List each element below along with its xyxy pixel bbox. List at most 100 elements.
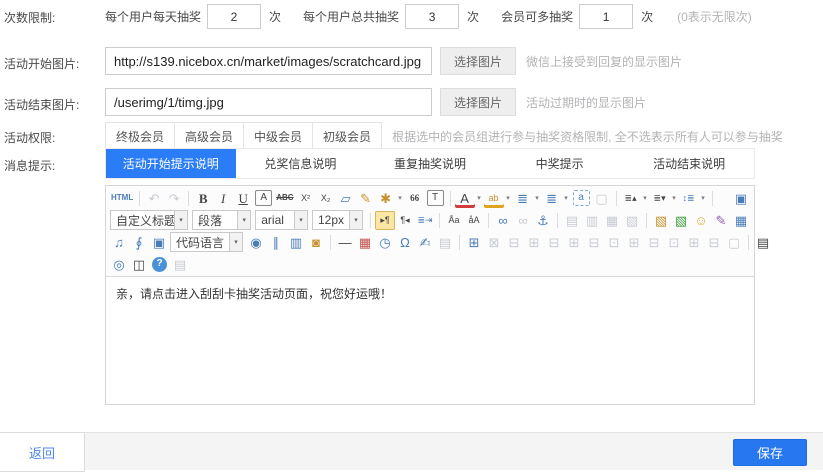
- start-image-choose-button[interactable]: 选择图片: [440, 47, 516, 75]
- redo-icon[interactable]: ↷: [164, 189, 184, 208]
- emoji-icon[interactable]: ☺: [691, 211, 711, 230]
- auto-typeset-icon[interactable]: ✱: [376, 189, 396, 208]
- message-tab-2[interactable]: 兑奖信息说明: [236, 149, 366, 178]
- link-icon[interactable]: ∞: [493, 211, 513, 230]
- code-language-select[interactable]: 代码语言▾: [170, 232, 243, 252]
- eraser-icon[interactable]: ▱: [336, 189, 356, 208]
- member-option-1[interactable]: 终极会员: [105, 122, 175, 150]
- print-icon[interactable]: ▤: [753, 233, 773, 252]
- split-column-icon[interactable]: ⊟: [704, 233, 724, 252]
- dropdown-caret-icon[interactable]: ▾: [475, 194, 484, 202]
- time-icon[interactable]: ◷: [375, 233, 395, 252]
- image-float-left-icon[interactable]: ▤: [562, 211, 582, 230]
- blockquote-icon[interactable]: 66: [405, 189, 425, 208]
- help-icon[interactable]: ?: [152, 257, 167, 272]
- horizontal-rule-icon[interactable]: —: [335, 233, 355, 252]
- member-extra-input[interactable]: [579, 4, 633, 29]
- split-cell-icon[interactable]: ⊡: [664, 233, 684, 252]
- message-tab-1[interactable]: 活动开始提示说明: [106, 149, 236, 178]
- size-select[interactable]: 12px▾: [312, 210, 363, 230]
- insert-image-icon[interactable]: ▧: [651, 211, 671, 230]
- font-color-icon[interactable]: A: [455, 189, 475, 208]
- paragraph-select[interactable]: 段落▾: [192, 210, 251, 230]
- insert-frame-icon[interactable]: ▣: [149, 233, 169, 252]
- dropdown-caret-icon[interactable]: ▾: [641, 194, 650, 202]
- message-tab-4[interactable]: 中奖提示: [495, 149, 625, 178]
- delete-row-icon[interactable]: ⊟: [544, 233, 564, 252]
- undo-icon[interactable]: ↶: [144, 189, 164, 208]
- fullscreen-icon[interactable]: ▣: [731, 189, 751, 208]
- dropdown-caret-icon[interactable]: ▾: [533, 194, 542, 202]
- document-icon[interactable]: ▢: [724, 233, 744, 252]
- delete-column-icon[interactable]: ⊟: [584, 233, 604, 252]
- to-lowercase-icon[interactable]: åA: [464, 211, 484, 230]
- start-image-input[interactable]: [105, 47, 432, 75]
- to-uppercase-icon[interactable]: Åa: [444, 211, 464, 230]
- video-icon[interactable]: ▦: [731, 211, 751, 230]
- map-icon[interactable]: ◉: [246, 233, 266, 252]
- format-painter-icon[interactable]: ✎: [356, 189, 376, 208]
- preview-icon[interactable]: ◎: [109, 255, 129, 274]
- back-button[interactable]: 返回: [0, 432, 85, 472]
- template-icon[interactable]: ▥: [286, 233, 306, 252]
- special-characters-icon[interactable]: Ω: [395, 233, 415, 252]
- dropdown-caret-icon[interactable]: ▾: [670, 194, 679, 202]
- font-border-icon[interactable]: A: [255, 190, 272, 206]
- dir-rtl-icon[interactable]: ¶◂: [395, 211, 415, 230]
- image-inline-icon[interactable]: ▥: [582, 211, 602, 230]
- unlink-icon[interactable]: ∞: [513, 211, 533, 230]
- clipboard-icon[interactable]: ▤: [170, 255, 190, 274]
- unordered-list-icon[interactable]: ≣: [542, 189, 562, 208]
- member-option-3[interactable]: 中级会员: [243, 122, 313, 150]
- end-image-input[interactable]: [105, 88, 432, 116]
- space-before-paragraph-icon[interactable]: ≣▴: [621, 189, 641, 208]
- table-caption-icon[interactable]: ⊟: [504, 233, 524, 252]
- attachment-icon[interactable]: ∮: [129, 233, 149, 252]
- word-image-icon[interactable]: ▤: [435, 233, 455, 252]
- strikethrough-icon[interactable]: ABC: [274, 189, 295, 208]
- snapshot-icon[interactable]: ◙: [306, 233, 326, 252]
- italic-icon[interactable]: I: [213, 189, 233, 208]
- insert-table-icon[interactable]: ⊞: [464, 233, 484, 252]
- anchor-icon[interactable]: ⚓: [533, 211, 553, 230]
- anchor-style-icon[interactable]: a: [573, 190, 590, 206]
- dropdown-caret-icon[interactable]: ▾: [699, 194, 708, 202]
- highlight-color-icon[interactable]: ab: [484, 189, 504, 208]
- dropdown-caret-icon[interactable]: ▾: [562, 194, 571, 202]
- ordered-list-icon[interactable]: ≣: [513, 189, 533, 208]
- end-image-choose-button[interactable]: 选择图片: [440, 88, 516, 116]
- subscript-icon[interactable]: X₂: [316, 189, 336, 208]
- dir-ltr-icon[interactable]: ▸¶: [375, 211, 395, 230]
- image-center-icon[interactable]: ▧: [622, 211, 642, 230]
- heading-select[interactable]: 自定义标题▾: [110, 210, 188, 230]
- member-option-2[interactable]: 高级会员: [174, 122, 244, 150]
- underline-icon[interactable]: U: [233, 189, 253, 208]
- space-after-paragraph-icon[interactable]: ≣▾: [650, 189, 670, 208]
- html-source-icon[interactable]: HTML: [109, 189, 135, 208]
- bold-icon[interactable]: B: [193, 189, 213, 208]
- spell-check-icon[interactable]: ✍: [415, 233, 435, 252]
- line-height-icon[interactable]: ↕≣: [679, 189, 699, 208]
- font-select[interactable]: arial▾: [255, 210, 308, 230]
- total-input[interactable]: [405, 4, 459, 29]
- per-day-input[interactable]: [207, 4, 261, 29]
- message-tab-3[interactable]: 重复抽奖说明: [365, 149, 495, 178]
- search-replace-icon[interactable]: ◫: [129, 255, 149, 274]
- blank-page-icon[interactable]: ▢: [592, 189, 612, 208]
- music-icon[interactable]: ♫: [109, 233, 129, 252]
- save-button[interactable]: 保存: [733, 439, 807, 466]
- editor-content[interactable]: 亲，请点击进入刮刮卡抽奖活动页面，祝您好运哦！: [106, 277, 754, 407]
- member-option-4[interactable]: 初级会员: [312, 122, 382, 150]
- insert-row-icon[interactable]: ⊞: [524, 233, 544, 252]
- scrawl-icon[interactable]: ✎: [711, 211, 731, 230]
- insert-column-icon[interactable]: ⊞: [564, 233, 584, 252]
- message-tab-5[interactable]: 活动结束说明: [624, 149, 754, 178]
- merge-down-icon[interactable]: ⊟: [644, 233, 664, 252]
- paste-plain-icon[interactable]: T: [427, 190, 444, 206]
- split-row-icon[interactable]: ⊞: [684, 233, 704, 252]
- merge-cells-icon[interactable]: ⊡: [604, 233, 624, 252]
- date-icon[interactable]: ▦: [355, 233, 375, 252]
- upload-image-icon[interactable]: ▧: [671, 211, 691, 230]
- page-break-icon[interactable]: ∥: [266, 233, 286, 252]
- indent-icon[interactable]: ≣⇥: [415, 211, 435, 230]
